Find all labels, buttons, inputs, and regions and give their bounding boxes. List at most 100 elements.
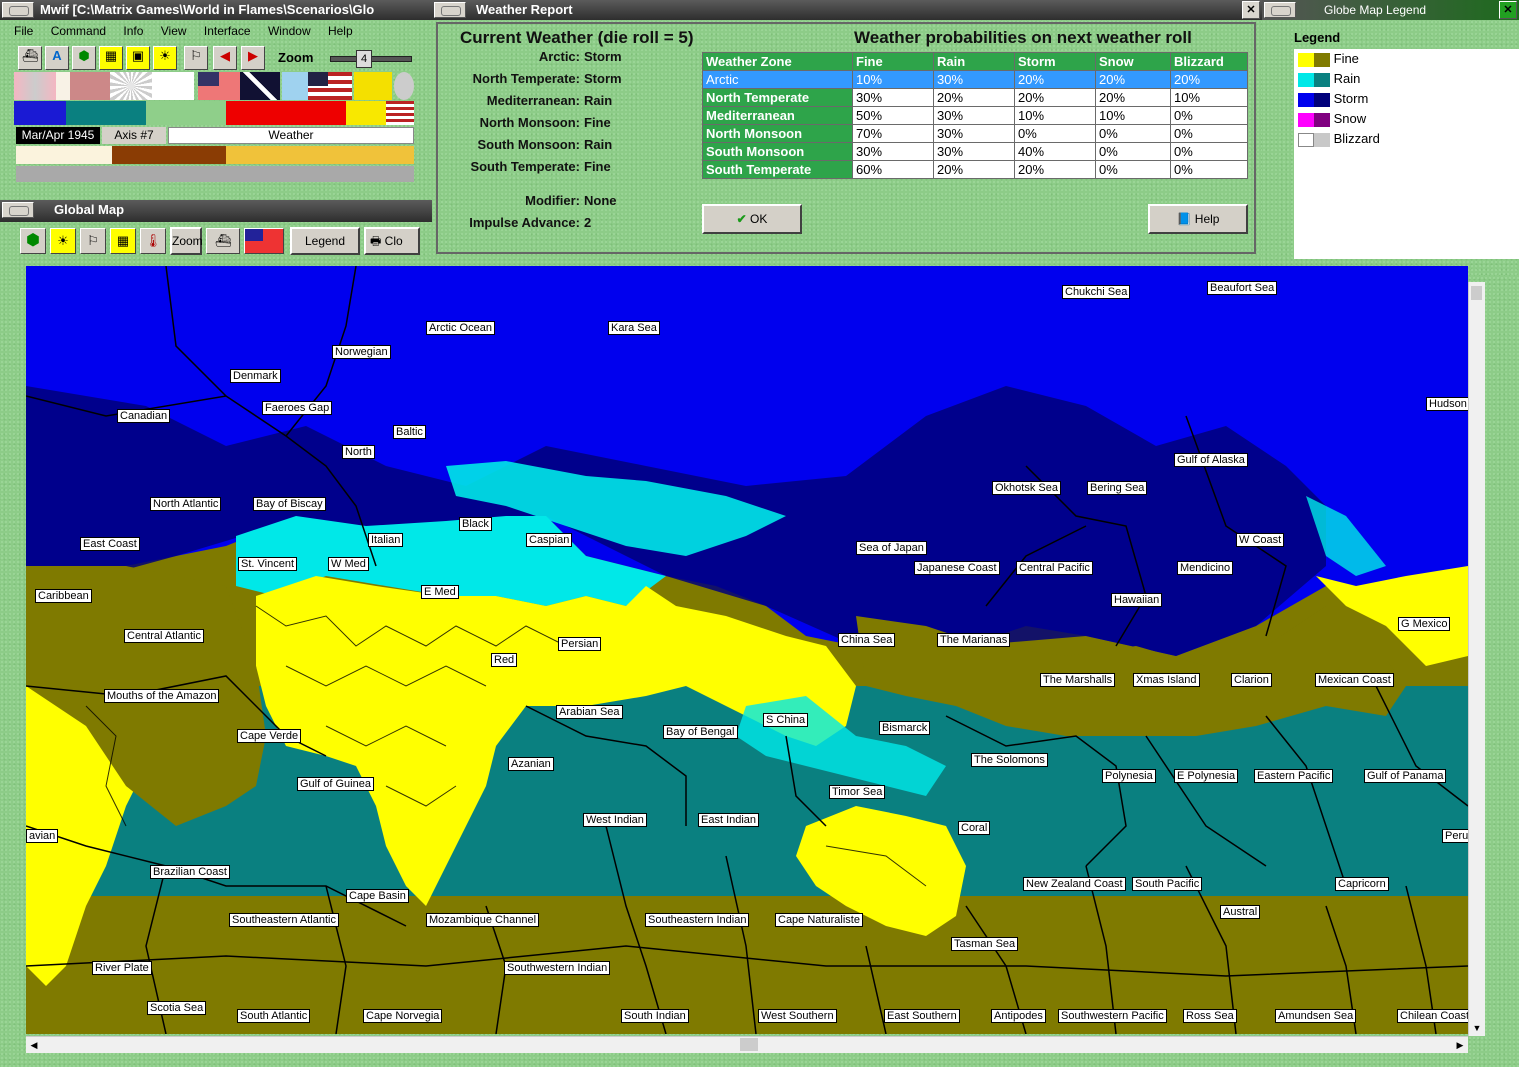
sea-area-label[interactable]: S China [763, 713, 809, 727]
sea-area-label[interactable]: Southwestern Indian [504, 961, 611, 975]
sea-area-label[interactable]: W Med [328, 557, 369, 571]
column-header[interactable]: Snow [1095, 52, 1171, 71]
thermometer-icon[interactable]: 🌡 [140, 228, 166, 254]
menu-window[interactable]: Window [268, 24, 311, 38]
table-row[interactable]: North Temperate 30% 20% 20% 20% 10% [702, 88, 1248, 107]
close-icon[interactable]: ✕ [1242, 1, 1260, 19]
sea-area-label[interactable]: St. Vincent [238, 557, 297, 571]
sea-area-label[interactable]: Scotia Sea [147, 1001, 207, 1015]
arrow-left-icon[interactable]: ◀ [213, 46, 237, 70]
sea-area-label[interactable]: Hudson [1426, 397, 1468, 411]
sea-area-label[interactable]: Arctic Ocean [426, 321, 495, 335]
sea-area-label[interactable]: Capricorn [1335, 877, 1389, 891]
sea-area-label[interactable]: The Marshalls [1040, 673, 1116, 687]
sea-area-label[interactable]: Arabian Sea [556, 705, 623, 719]
sea-area-label[interactable]: Chukchi Sea [1062, 285, 1131, 299]
sea-area-label[interactable]: Sea of Japan [856, 541, 927, 555]
sea-area-label[interactable]: Azanian [508, 757, 554, 771]
sea-area-label[interactable]: Hawaiian [1111, 593, 1163, 607]
help-button[interactable]: 📘 Help [1148, 204, 1248, 234]
sea-area-label[interactable]: North [342, 445, 375, 459]
sea-area-label[interactable]: Persian [558, 637, 602, 651]
hex-icon[interactable]: ⬢ [72, 46, 96, 70]
sea-area-label[interactable]: Faeroes Gap [262, 401, 333, 415]
weather-sun-icon[interactable]: ☀ [153, 46, 177, 70]
sea-area-label[interactable]: Timor Sea [829, 785, 886, 799]
column-header[interactable]: Weather Zone [702, 52, 853, 71]
horizontal-scrollbar[interactable] [16, 166, 414, 182]
sea-area-label[interactable]: Cape Verde [237, 729, 302, 743]
table-row[interactable]: South Monsoon 30% 30% 40% 0% 0% [702, 142, 1248, 161]
legend-titlebar[interactable]: Globe Map Legend ✕ [1262, 0, 1519, 20]
sea-area-label[interactable]: The Solomons [971, 753, 1048, 767]
table-row[interactable]: South Temperate 60% 20% 20% 0% 0% [702, 160, 1248, 179]
sea-area-label[interactable]: East Coast [80, 537, 140, 551]
sea-area-label[interactable]: Southeastern Indian [645, 913, 750, 927]
sea-area-label[interactable]: The Marianas [937, 633, 1011, 647]
sea-area-label[interactable]: South Indian [621, 1009, 689, 1023]
sea-area-label[interactable]: Tasman Sea [951, 937, 1019, 951]
sea-area-label[interactable]: Southwestern Pacific [1058, 1009, 1167, 1023]
sea-area-label[interactable]: Eastern Pacific [1254, 769, 1334, 783]
sea-area-label[interactable]: Amundsen Sea [1275, 1009, 1357, 1023]
sea-area-label[interactable]: Beaufort Sea [1207, 281, 1278, 295]
sea-area-label[interactable]: Cape Basin [346, 889, 409, 903]
sea-area-label[interactable]: Cape Norvegia [363, 1009, 443, 1023]
window-control-icon[interactable] [2, 202, 34, 218]
sea-area-label[interactable]: West Indian [583, 813, 647, 827]
arrow-right-icon[interactable]: ▶ [241, 46, 265, 70]
sea-area-label[interactable]: Gulf of Alaska [1174, 453, 1248, 467]
scroll-left-icon[interactable]: ◀ [26, 1037, 42, 1053]
table-row[interactable]: North Monsoon 70% 30% 0% 0% 0% [702, 124, 1248, 143]
sea-area-label[interactable]: Italian [368, 533, 404, 547]
sea-area-label[interactable]: Mendicino [1177, 561, 1234, 575]
sea-area-label[interactable]: G Mexico [1398, 617, 1451, 631]
sea-area-label[interactable]: Central Pacific [1016, 561, 1093, 575]
nation-flags-strip[interactable] [14, 72, 414, 100]
sea-area-label[interactable]: Coral [958, 821, 991, 835]
map-horizontal-scrollbar[interactable]: ◀ ▶ [26, 1036, 1468, 1053]
menu-interface[interactable]: Interface [204, 24, 251, 38]
sea-area-label[interactable]: Southeastern Atlantic [229, 913, 339, 927]
sea-area-label[interactable]: Chilean Coast [1397, 1009, 1468, 1023]
map-grid-icon[interactable]: ▦ [110, 228, 136, 254]
sea-area-label[interactable]: Bering Sea [1087, 481, 1148, 495]
sea-area-label[interactable]: Kara Sea [608, 321, 660, 335]
table-row[interactable]: Mediterranean 50% 30% 10% 10% 0% [702, 106, 1248, 125]
sea-area-label[interactable]: Gulf of Guinea [297, 777, 374, 791]
sea-area-label[interactable]: Red [491, 653, 518, 667]
sea-area-label[interactable]: Mouths of the Amazon [104, 689, 220, 703]
scroll-right-icon[interactable]: ▶ [1452, 1037, 1468, 1053]
column-header[interactable]: Fine [852, 52, 934, 71]
sea-area-label[interactable]: Bay of Bengal [663, 725, 738, 739]
sea-area-label[interactable]: W Coast [1236, 533, 1285, 547]
sea-area-label[interactable]: New Zealand Coast [1023, 877, 1126, 891]
weather-report-titlebar[interactable]: Weather Report ✕ [432, 0, 1262, 20]
sea-area-label[interactable]: Mozambique Channel [426, 913, 540, 927]
sea-area-label[interactable]: Xmas Island [1133, 673, 1200, 687]
sea-area-label[interactable]: West Southern [758, 1009, 837, 1023]
ok-button[interactable]: ✔ OK [702, 204, 802, 234]
map-grid-icon[interactable]: ▦ [99, 46, 123, 70]
sea-area-label[interactable]: Canadian [117, 409, 171, 423]
sea-area-label[interactable]: Ross Sea [1183, 1009, 1237, 1023]
scroll-thumb[interactable] [1471, 286, 1482, 300]
flag-taiwan-icon[interactable] [244, 228, 284, 254]
sea-area-label[interactable]: China Sea [838, 633, 896, 647]
sea-area-label[interactable]: River Plate [92, 961, 152, 975]
table-row[interactable]: Arctic 10% 30% 20% 20% 20% [702, 70, 1248, 89]
sea-area-label[interactable]: Caspian [526, 533, 573, 547]
sea-area-label[interactable]: Mexican Coast [1315, 673, 1394, 687]
legend-button[interactable]: Legend [290, 227, 360, 255]
sea-area-label[interactable]: East Indian [698, 813, 760, 827]
scroll-thumb[interactable] [740, 1038, 758, 1051]
sea-area-label[interactable]: Black [459, 517, 492, 531]
zoom-button[interactable]: Zoom [170, 227, 203, 255]
sea-area-label[interactable]: East Southern [884, 1009, 960, 1023]
sea-area-label[interactable]: Cape Naturaliste [775, 913, 863, 927]
sea-area-label[interactable]: E Polynesia [1174, 769, 1239, 783]
sea-area-label[interactable]: Central Atlantic [124, 629, 204, 643]
unit-box-icon[interactable]: ▣ [126, 46, 150, 70]
menu-help[interactable]: Help [328, 24, 353, 38]
sea-area-label[interactable]: Japanese Coast [914, 561, 1000, 575]
